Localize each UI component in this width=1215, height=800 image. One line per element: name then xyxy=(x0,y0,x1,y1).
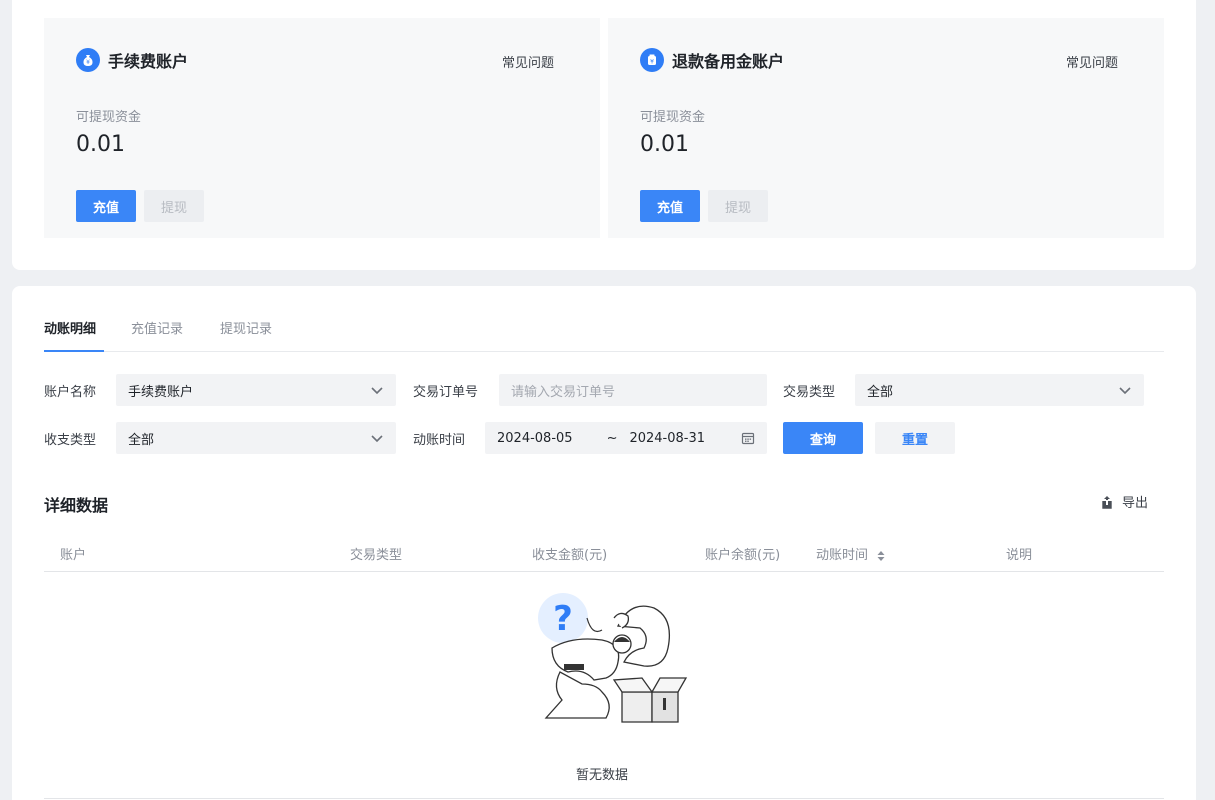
svg-text:¥: ¥ xyxy=(650,59,654,66)
recharge-button[interactable]: 充值 xyxy=(640,190,700,222)
account-title: 手续费账户 xyxy=(108,52,189,71)
money-bag-icon: ¥ xyxy=(76,48,100,72)
column-balance: 账户余额(元) xyxy=(705,548,781,563)
column-description: 说明 xyxy=(1006,548,1033,563)
calendar-icon xyxy=(741,432,755,445)
refund-account-card: ¥ 退款备用金账户 常见问题 可提现资金 0.01 充值 提现 xyxy=(608,18,1164,238)
trade-type-select[interactable]: 全部 xyxy=(855,374,1144,406)
table-bottom-divider xyxy=(44,798,1164,799)
chevron-down-icon xyxy=(1119,387,1131,395)
column-time[interactable]: 动账时间 xyxy=(816,544,886,563)
income-type-label: 收支类型 xyxy=(44,433,97,448)
active-tab-indicator xyxy=(44,350,104,352)
empty-state-illustration: ? xyxy=(538,593,688,723)
available-funds-value: 0.01 xyxy=(640,132,689,157)
records-panel: 动账明细 充值记录 提现记录 账户名称 手续费账户 交易订单号 请输入交易订单号… xyxy=(12,286,1196,800)
order-no-label: 交易订单号 xyxy=(413,385,479,400)
search-button[interactable]: 查询 xyxy=(783,422,863,454)
available-funds-label: 可提现资金 xyxy=(640,110,706,125)
withdraw-button[interactable]: 提现 xyxy=(708,190,768,222)
svg-text:¥: ¥ xyxy=(86,59,90,66)
account-name-value: 手续费账户 xyxy=(128,384,194,400)
column-account: 账户 xyxy=(60,548,87,563)
faq-link[interactable]: 常见问题 xyxy=(502,52,554,71)
start-date: 2024-08-05 xyxy=(497,430,573,446)
chevron-down-icon xyxy=(371,435,383,443)
trade-type-value: 全部 xyxy=(867,384,894,400)
record-tabs: 动账明细 充值记录 提现记录 xyxy=(44,306,1164,352)
reset-button[interactable]: 重置 xyxy=(875,422,955,454)
column-time-label: 动账时间 xyxy=(816,548,869,563)
income-type-value: 全部 xyxy=(128,432,155,448)
column-trade-type: 交易类型 xyxy=(350,548,403,563)
income-type-select[interactable]: 全部 xyxy=(116,422,396,454)
withdraw-button[interactable]: 提现 xyxy=(144,190,204,222)
recharge-button[interactable]: 充值 xyxy=(76,190,136,222)
detail-section-title: 详细数据 xyxy=(44,496,109,515)
faq-link[interactable]: 常见问题 xyxy=(1066,52,1118,71)
date-range-picker[interactable]: 2024-08-05 ~ 2024-08-31 xyxy=(485,422,767,454)
account-title: 退款备用金账户 xyxy=(672,52,785,71)
empty-state-text: 暂无数据 xyxy=(576,768,629,783)
column-amount: 收支金额(元) xyxy=(532,548,608,563)
sort-icon[interactable] xyxy=(876,550,886,562)
refund-icon: ¥ xyxy=(640,48,664,72)
account-name-label: 账户名称 xyxy=(44,385,97,400)
fee-account-card: ¥ 手续费账户 常见问题 可提现资金 0.01 充值 提现 xyxy=(44,18,600,238)
export-button[interactable]: 导出 xyxy=(1100,492,1148,511)
tab-recharge-records[interactable]: 充值记录 xyxy=(131,318,183,337)
export-icon xyxy=(1102,495,1112,509)
refund-account-header: ¥ 退款备用金账户 xyxy=(640,48,784,72)
account-name-select[interactable]: 手续费账户 xyxy=(116,374,396,406)
order-no-input[interactable]: 请输入交易订单号 xyxy=(499,374,767,406)
accounts-panel: ¥ 手续费账户 常见问题 可提现资金 0.01 充值 提现 ¥ 退款备用金账户 … xyxy=(12,0,1196,270)
svg-text:?: ? xyxy=(553,599,573,639)
tab-transaction-detail[interactable]: 动账明细 xyxy=(44,318,96,337)
trade-type-label: 交易类型 xyxy=(783,385,836,400)
chevron-down-icon xyxy=(371,387,383,395)
tab-withdraw-records[interactable]: 提现记录 xyxy=(220,318,272,337)
fee-account-header: ¥ 手续费账户 xyxy=(76,48,188,72)
time-label: 动账时间 xyxy=(413,433,466,448)
export-label: 导出 xyxy=(1122,496,1149,511)
table-header: 账户 交易类型 收支金额(元) 账户余额(元) 动账时间 说明 xyxy=(44,534,1164,572)
date-separator: ~ xyxy=(606,430,618,446)
available-funds-value: 0.01 xyxy=(76,132,125,157)
order-no-placeholder: 请输入交易订单号 xyxy=(511,384,616,400)
available-funds-label: 可提现资金 xyxy=(76,110,142,125)
end-date: 2024-08-31 xyxy=(629,430,706,446)
